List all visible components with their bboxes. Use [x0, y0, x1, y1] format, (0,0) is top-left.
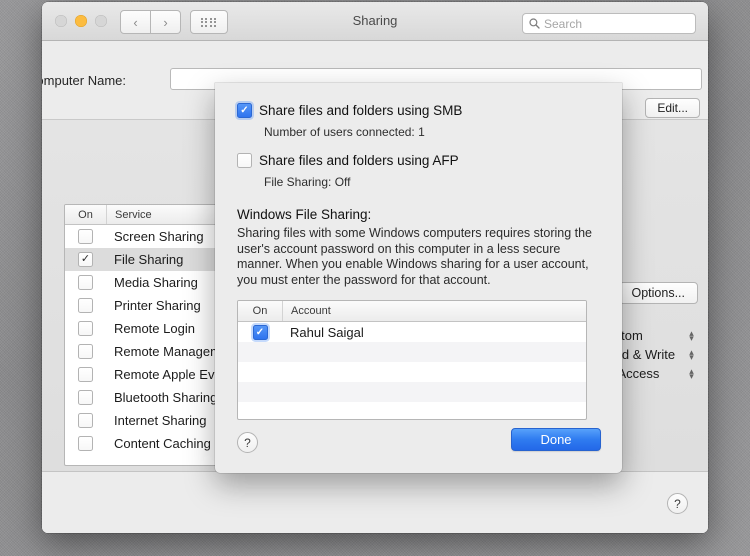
stepper-icon: ▴▾ [687, 369, 696, 379]
windows-sharing-heading: Windows File Sharing: [237, 207, 600, 222]
stepper-icon: ▴▾ [687, 331, 696, 341]
column-header-account: Account [283, 301, 586, 321]
service-checkbox-cell [65, 229, 106, 244]
service-checkbox-cell [65, 367, 106, 382]
column-header-on: On [65, 205, 107, 224]
smb-option-row[interactable]: Share files and folders using SMB [237, 103, 600, 118]
column-header-on: On [238, 301, 283, 321]
smb-connected-note: Number of users connected: 1 [264, 125, 600, 139]
account-empty-row [238, 342, 586, 362]
service-checkbox[interactable] [78, 275, 93, 290]
search-placeholder: Search [544, 17, 582, 31]
search-field[interactable]: Search [522, 13, 696, 34]
sheet-footer: ? Done [215, 427, 622, 473]
service-checkbox-cell [65, 321, 106, 336]
window-footer: ? [42, 472, 708, 533]
account-row-0[interactable]: Rahul Saigal [238, 322, 586, 342]
done-button[interactable]: Done [511, 428, 601, 451]
sharing-preferences-window: ‹ › Sharing Search Computer Name: Edit..… [42, 2, 708, 533]
service-checkbox[interactable] [78, 367, 93, 382]
service-checkbox[interactable] [78, 390, 93, 405]
service-checkbox[interactable] [78, 298, 93, 313]
accounts-row-container: Rahul Saigal [238, 322, 586, 420]
smb-checkbox[interactable] [237, 103, 252, 118]
window-body: Computer Name: Edit... and administrator… [42, 41, 708, 533]
accounts-table[interactable]: On Account Rahul Saigal [237, 300, 587, 420]
service-checkbox-cell [65, 344, 106, 359]
help-button[interactable]: ? [667, 493, 688, 514]
service-checkbox[interactable] [78, 321, 93, 336]
afp-option-row[interactable]: Share files and folders using AFP [237, 153, 600, 168]
computer-name-label: Computer Name: [42, 73, 126, 88]
sheet-content: Share files and folders using SMB Number… [215, 83, 622, 288]
service-checkbox-cell [65, 252, 106, 267]
service-checkbox[interactable] [78, 229, 93, 244]
service-checkbox[interactable] [78, 436, 93, 451]
account-checkbox-cell [238, 325, 282, 340]
afp-status-note: File Sharing: Off [264, 175, 600, 189]
service-checkbox[interactable] [78, 344, 93, 359]
account-empty-row [238, 362, 586, 382]
service-checkbox-cell [65, 413, 106, 428]
service-checkbox-cell [65, 298, 106, 313]
service-checkbox[interactable] [78, 252, 93, 267]
service-checkbox-cell [65, 390, 106, 405]
account-empty-row [238, 402, 586, 420]
smb-label: Share files and folders using SMB [259, 103, 462, 118]
account-checkbox[interactable] [253, 325, 268, 340]
window-titlebar: ‹ › Sharing Search [42, 2, 708, 41]
sheet-help-button[interactable]: ? [237, 432, 258, 453]
stepper-icon: ▴▾ [687, 350, 696, 360]
windows-sharing-description: Sharing files with some Windows computer… [237, 226, 593, 288]
account-name: Rahul Saigal [282, 325, 586, 340]
file-sharing-options-sheet: Share files and folders using SMB Number… [215, 83, 622, 473]
service-checkbox[interactable] [78, 413, 93, 428]
accounts-table-header: On Account [238, 301, 586, 322]
search-icon [529, 18, 540, 29]
account-empty-row [238, 382, 586, 402]
afp-checkbox[interactable] [237, 153, 252, 168]
afp-label: Share files and folders using AFP [259, 153, 459, 168]
edit-button[interactable]: Edit... [645, 98, 700, 118]
service-checkbox-cell [65, 436, 106, 451]
service-checkbox-cell [65, 275, 106, 290]
options-button[interactable]: Options... [619, 282, 699, 304]
